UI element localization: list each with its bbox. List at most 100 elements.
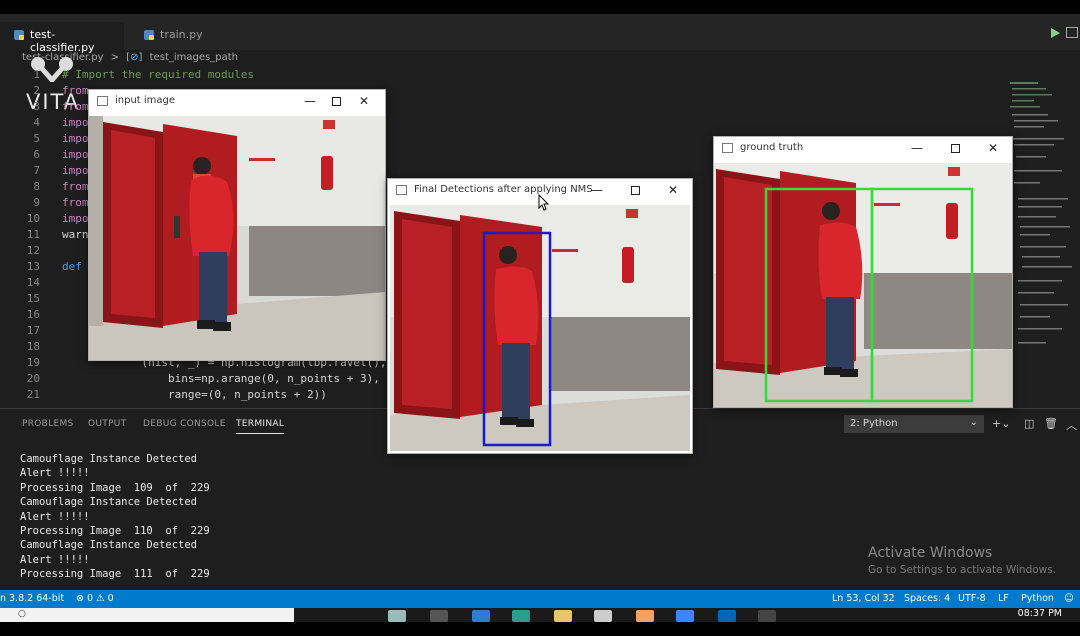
close-button[interactable]: ✕ — [355, 93, 373, 111]
input-scene-image — [89, 116, 385, 360]
line-ending[interactable]: LF — [998, 593, 1009, 604]
line-code: # Import the required modules — [62, 68, 255, 81]
line-number: 2 — [33, 84, 40, 97]
window-app-icon — [396, 185, 407, 195]
panel-tab-debug-console[interactable]: DEBUG CONSOLE — [143, 419, 226, 429]
terminal-select[interactable]: 2: Python ⌄ — [844, 415, 984, 433]
line-code: warn — [62, 228, 89, 241]
line-number: 19 — [26, 356, 40, 369]
panel-tab-output[interactable]: OUTPUT — [88, 419, 126, 429]
taskbar-search-box[interactable]: ○ — [0, 608, 294, 622]
line-number: 21 — [26, 388, 40, 401]
maximize-icon — [331, 97, 341, 106]
maximize-button[interactable] — [327, 93, 345, 111]
ground-truth-window[interactable]: ground truth — ✕ — [713, 136, 1013, 408]
maximize-button[interactable] — [946, 140, 964, 158]
line-number: 4 — [33, 116, 40, 129]
line-code: impo — [62, 164, 89, 177]
taskbar-app-icon[interactable] — [636, 610, 654, 622]
taskbar-app-icon[interactable] — [472, 610, 490, 622]
taskbar-app-icon[interactable] — [554, 610, 572, 622]
taskbar-app-icon[interactable] — [594, 610, 612, 622]
window-titlebar[interactable]: input image — ✕ — [89, 90, 385, 114]
line-number: 18 — [26, 340, 40, 353]
taskbar-app-icon[interactable] — [718, 610, 736, 622]
terminal-line: Camouflage Instance Detected — [20, 539, 198, 552]
line-number: 16 — [26, 308, 40, 321]
cursor-position[interactable]: Ln 53, Col 32 — [832, 593, 895, 604]
problems-count[interactable]: ⊗ 0 ⚠ 0 — [76, 593, 114, 604]
line-number: 13 — [26, 260, 40, 273]
input-image-window[interactable]: input image — ✕ — [88, 89, 386, 361]
python-file-icon — [14, 30, 24, 40]
tab-label: test-classifier.py — [30, 28, 95, 54]
minimize-button[interactable]: — — [301, 93, 319, 111]
tab-test-classifier[interactable]: test-classifier.py — [0, 22, 124, 54]
line-number: 20 — [26, 372, 40, 385]
terminal-line: Processing Image 111 of 229 — [20, 568, 210, 581]
line-code: impo — [62, 148, 89, 161]
chevron-up-icon[interactable]: ︿ — [1066, 417, 1077, 433]
encoding[interactable]: UTF-8 — [958, 593, 986, 604]
activate-windows-watermark: Activate Windows Go to Settings to activ… — [868, 545, 1056, 576]
taskbar-clock: 08:37 PM — [1017, 608, 1062, 619]
trash-icon[interactable]: 🗑 — [1044, 417, 1058, 430]
line-number: 15 — [26, 292, 40, 305]
taskbar-app-icon[interactable] — [676, 610, 694, 622]
window-app-icon — [97, 96, 108, 106]
windows-taskbar: ○ 08:37 PM — [0, 608, 1080, 622]
feedback-icon[interactable]: ☺ — [1064, 593, 1074, 604]
minimize-button[interactable]: — — [908, 140, 926, 158]
maximize-button[interactable] — [626, 182, 644, 200]
language-mode[interactable]: Python — [1021, 593, 1054, 604]
breadcrumb-symbol[interactable]: test_images_path — [150, 52, 238, 63]
line-number: 12 — [26, 244, 40, 257]
terminal-line: Processing Image 109 of 229 — [20, 481, 210, 494]
line-number: 11 — [26, 228, 40, 241]
line-number: 9 — [33, 196, 40, 209]
window-title: Final Detections after applying NMS — [414, 184, 593, 195]
line-code: from — [62, 196, 89, 209]
close-button[interactable]: ✕ — [984, 140, 1002, 158]
terminal-line: Alert !!!!! — [20, 553, 90, 566]
line-number: 6 — [33, 148, 40, 161]
window-title: ground truth — [740, 142, 804, 153]
tab-label: train.py — [160, 28, 203, 41]
breadcrumb-separator: > — [110, 52, 120, 63]
terminal-line: Camouflage Instance Detected — [20, 496, 198, 509]
window-titlebar[interactable]: ground truth — ✕ — [714, 137, 1012, 161]
tab-train[interactable]: train.py — [130, 22, 226, 50]
terminal-output[interactable]: Camouflage Instance Detected Alert !!!!! P… — [20, 453, 720, 583]
new-terminal-icon[interactable]: +⌄ — [992, 417, 1010, 430]
indentation[interactable]: Spaces: 4 — [904, 593, 950, 604]
chevron-down-icon: ⌄ — [969, 417, 978, 428]
taskbar-app-icon[interactable] — [758, 610, 776, 622]
status-bar: n 3.8.2 64-bit ⊗ 0 ⚠ 0 Ln 53, Col 32 Spa… — [0, 590, 1080, 608]
symbol-icon: [⊘] — [126, 52, 143, 63]
activate-windows-title: Activate Windows — [868, 545, 993, 561]
taskbar-app-icon[interactable] — [430, 610, 448, 622]
python-interpreter[interactable]: n 3.8.2 64-bit — [0, 593, 64, 604]
panel-tab-terminal[interactable]: TERMINAL — [236, 419, 285, 434]
line-code: bins=np.arange(0, n_points + 3), — [62, 372, 380, 385]
tab-bar: test-classifier.py train.py — [0, 14, 1080, 54]
terminal-line: Alert !!!!! — [20, 510, 90, 523]
line-number: 3 — [33, 100, 40, 113]
minimize-button[interactable]: — — [588, 182, 606, 200]
terminal-line: Alert !!!!! — [20, 467, 90, 480]
line-code: def — [62, 260, 82, 273]
panel-tab-problems[interactable]: PROBLEMS — [22, 419, 74, 429]
line-number: 17 — [26, 324, 40, 337]
maximize-icon — [630, 186, 640, 195]
taskbar-app-icon[interactable] — [512, 610, 530, 622]
terminal-line: Camouflage Instance Detected — [20, 453, 198, 465]
close-button[interactable]: ✕ — [664, 182, 682, 200]
split-editor-icon[interactable] — [1066, 27, 1078, 38]
ground-truth-scene-image — [714, 163, 1012, 407]
minimap[interactable] — [1008, 66, 1076, 410]
run-icon[interactable] — [1051, 28, 1060, 38]
maximize-icon — [950, 144, 960, 153]
final-detections-window[interactable]: Final Detections after applying NMS — ✕ — [387, 178, 693, 454]
split-terminal-icon[interactable]: ◫ — [1024, 417, 1034, 430]
taskbar-app-icon[interactable] — [388, 610, 406, 622]
